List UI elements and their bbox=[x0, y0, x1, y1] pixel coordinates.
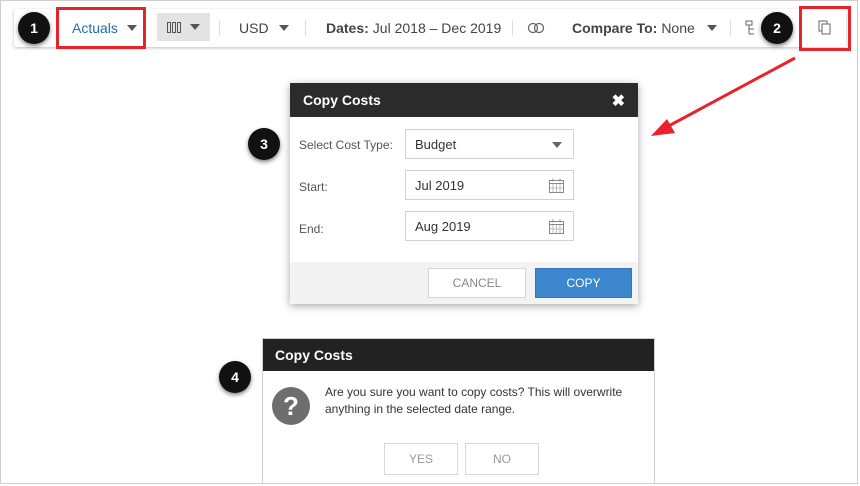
dialog-title: Copy Costs bbox=[275, 347, 353, 363]
end-label: End: bbox=[299, 222, 324, 236]
cost-type-select[interactable]: Budget bbox=[405, 129, 574, 159]
copy-button[interactable]: COPY bbox=[535, 268, 632, 298]
start-label: Start: bbox=[299, 180, 328, 194]
calendar-icon[interactable] bbox=[549, 219, 564, 234]
cancel-button[interactable]: CANCEL bbox=[428, 268, 526, 298]
question-icon: ? bbox=[272, 387, 310, 425]
cost-type-label: Select Cost Type: bbox=[299, 138, 393, 152]
copy-costs-dialog: Copy Costs ✖ Select Cost Type: Budget St… bbox=[290, 83, 638, 304]
end-date-field[interactable]: Aug 2019 bbox=[405, 211, 574, 241]
close-icon[interactable]: ✖ bbox=[612, 91, 625, 111]
chevron-down-icon bbox=[552, 142, 562, 148]
no-button[interactable]: NO bbox=[465, 443, 539, 475]
confirm-message: Are you sure you want to copy costs? Thi… bbox=[325, 385, 623, 416]
dialog-header: Copy Costs bbox=[263, 339, 654, 371]
dialog-footer: CANCEL COPY bbox=[290, 262, 638, 304]
end-date-value: Aug 2019 bbox=[415, 218, 471, 234]
yes-button[interactable]: YES bbox=[384, 443, 458, 475]
start-date-field[interactable]: Jul 2019 bbox=[405, 170, 574, 200]
start-date-value: Jul 2019 bbox=[415, 177, 465, 193]
cost-type-value: Budget bbox=[415, 136, 457, 152]
dialog-header: Copy Costs ✖ bbox=[290, 83, 638, 117]
confirm-dialog: Copy Costs ? Are you sure you want to co… bbox=[262, 338, 655, 484]
calendar-icon[interactable] bbox=[549, 178, 564, 193]
dialog-title: Copy Costs bbox=[303, 92, 381, 108]
